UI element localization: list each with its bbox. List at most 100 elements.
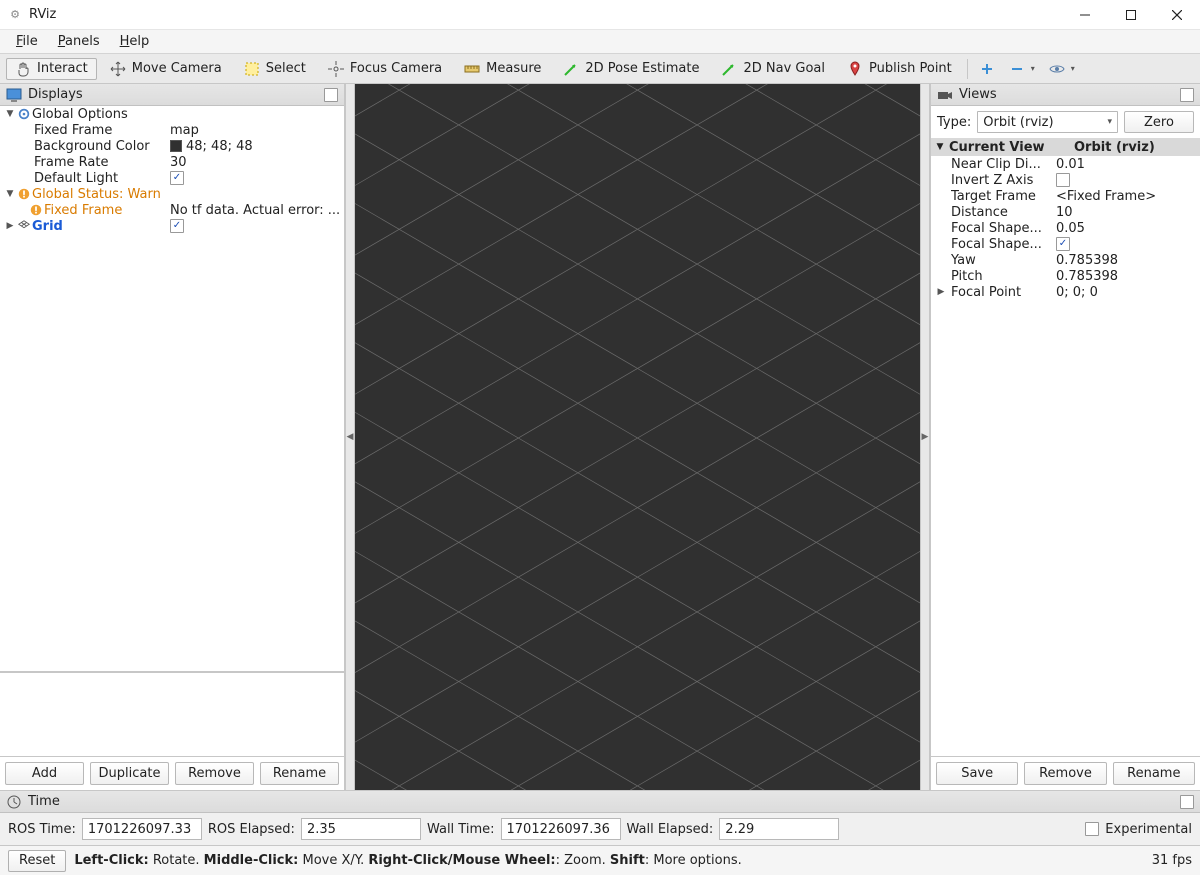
wall-time-label: Wall Time: [427,822,495,837]
save-view-button[interactable]: Save [936,762,1018,785]
focal-shape-fixed-label[interactable]: Focal Shape... [951,237,1056,252]
time-panel-close-box[interactable] [1180,795,1194,809]
3d-viewport[interactable] [355,84,920,790]
yaw-value[interactable]: 0.785398 [1056,253,1200,268]
tool-remove-display[interactable]: ▾ [1004,58,1040,80]
menu-panels[interactable]: Panels [48,32,110,51]
focal-point-label[interactable]: Focal Point [951,285,1056,300]
focal-shape-size-value[interactable]: 0.05 [1056,221,1200,236]
add-display-button[interactable]: Add [5,762,84,785]
focal-point-value[interactable]: 0; 0; 0 [1056,285,1200,300]
focal-shape-fixed-checkbox[interactable] [1056,237,1070,251]
views-type-combo[interactable]: Orbit (rviz)▾ [977,111,1118,133]
tool-select-label: Select [266,61,306,76]
experimental-label: Experimental [1105,822,1192,837]
menu-help[interactable]: Help [110,32,160,51]
views-panel-close-box[interactable] [1180,88,1194,102]
minimize-button[interactable] [1062,0,1108,30]
global-status-label[interactable]: Global Status: Warn [32,187,161,202]
tool-select[interactable]: Select [235,58,315,80]
wall-elapsed-field[interactable] [719,818,839,840]
right-splitter[interactable]: ▶ [920,84,930,790]
grid-checkbox[interactable] [170,219,184,233]
tool-measure[interactable]: Measure [455,58,550,80]
default-light-checkbox[interactable] [170,171,184,185]
warn-icon [28,203,44,217]
views-type-label: Type: [937,115,971,130]
focal-shape-size-label[interactable]: Focal Shape... [951,221,1056,236]
tool-focus-camera[interactable]: Focus Camera [319,58,451,80]
tool-visibility[interactable]: ▾ [1044,58,1080,80]
experimental-checkbox[interactable] [1085,822,1099,836]
near-clip-label[interactable]: Near Clip Di... [951,157,1056,172]
tool-2d-pose-estimate[interactable]: 2D Pose Estimate [554,58,708,80]
ros-time-field[interactable] [82,818,202,840]
default-light-label[interactable]: Default Light [4,171,118,186]
tool-interact-label: Interact [37,61,88,76]
focus-camera-icon [328,61,344,77]
ros-elapsed-label: ROS Elapsed: [208,822,295,837]
views-zero-button[interactable]: Zero [1124,111,1194,133]
current-view-value: Orbit (rviz) [1074,140,1155,155]
plus-icon [979,61,995,77]
displays-panel-title: Displays [28,87,83,102]
fixed-frame-value[interactable]: map [170,123,340,138]
invert-z-checkbox[interactable] [1056,173,1070,187]
current-view-label[interactable]: Current View [949,140,1074,155]
time-panel: Time ROS Time: ROS Elapsed: Wall Time: W… [0,790,1200,845]
target-frame-value[interactable]: <Fixed Frame> [1056,189,1200,204]
frame-rate-value[interactable]: 30 [170,155,340,170]
remove-view-button[interactable]: Remove [1024,762,1106,785]
tool-add-display[interactable] [974,58,1000,80]
global-options-label[interactable]: Global Options [32,107,128,122]
views-panel-header[interactable]: Views [931,84,1200,106]
display-description [0,672,344,757]
frame-rate-label[interactable]: Frame Rate [4,155,108,170]
pose-arrow-icon [563,61,579,77]
fixed-frame-label[interactable]: Fixed Frame [4,123,112,138]
distance-label[interactable]: Distance [951,205,1056,220]
views-tree[interactable]: ▼ Current View Orbit (rviz) Near Clip Di… [931,138,1200,757]
eye-icon [1049,61,1065,77]
displays-panel-close-box[interactable] [324,88,338,102]
reset-button[interactable]: Reset [8,850,66,872]
menu-file[interactable]: File [6,32,48,51]
rename-view-button[interactable]: Rename [1113,762,1195,785]
tool-move-camera[interactable]: Move Camera [101,58,231,80]
background-color-label[interactable]: Background Color [4,139,150,154]
tool-publish-point[interactable]: Publish Point [838,58,961,80]
near-clip-value[interactable]: 0.01 [1056,157,1200,172]
status-fixed-frame-label[interactable]: Fixed Frame [44,203,122,218]
tool-focus-camera-label: Focus Camera [350,61,442,76]
rename-display-button[interactable]: Rename [260,762,339,785]
pitch-label[interactable]: Pitch [951,269,1056,284]
status-fixed-frame-value: No tf data. Actual error: ... [170,203,340,218]
yaw-label[interactable]: Yaw [951,253,1056,268]
duplicate-display-button[interactable]: Duplicate [90,762,169,785]
left-splitter[interactable]: ◀ [345,84,355,790]
maximize-button[interactable] [1108,0,1154,30]
background-color-value[interactable]: 48; 48; 48 [170,139,340,154]
ros-elapsed-field[interactable] [301,818,421,840]
warn-icon [16,187,32,201]
grid-label[interactable]: Grid [32,219,63,234]
distance-value[interactable]: 10 [1056,205,1200,220]
tool-2d-nav-goal[interactable]: 2D Nav Goal [712,58,834,80]
wall-time-field[interactable] [501,818,621,840]
pitch-value[interactable]: 0.785398 [1056,269,1200,284]
remove-display-button[interactable]: Remove [175,762,254,785]
app-icon: ⚙ [6,6,24,24]
select-icon [244,61,260,77]
time-panel-header[interactable]: Time [0,791,1200,813]
displays-tree[interactable]: ▼ Global Options Fixed Frame map Backgro… [0,106,344,672]
grid-icon [16,219,32,233]
tool-2d-pose-estimate-label: 2D Pose Estimate [585,61,699,76]
close-button[interactable] [1154,0,1200,30]
views-panel: Views Type: Orbit (rviz)▾ Zero ▼ Current… [930,84,1200,790]
displays-panel-header[interactable]: Displays [0,84,344,106]
viewport-area: ◀ ▶ [345,84,930,790]
tool-interact[interactable]: Interact [6,58,97,80]
wall-elapsed-label: Wall Elapsed: [627,822,714,837]
invert-z-label[interactable]: Invert Z Axis [951,173,1056,188]
target-frame-label[interactable]: Target Frame [951,189,1056,204]
